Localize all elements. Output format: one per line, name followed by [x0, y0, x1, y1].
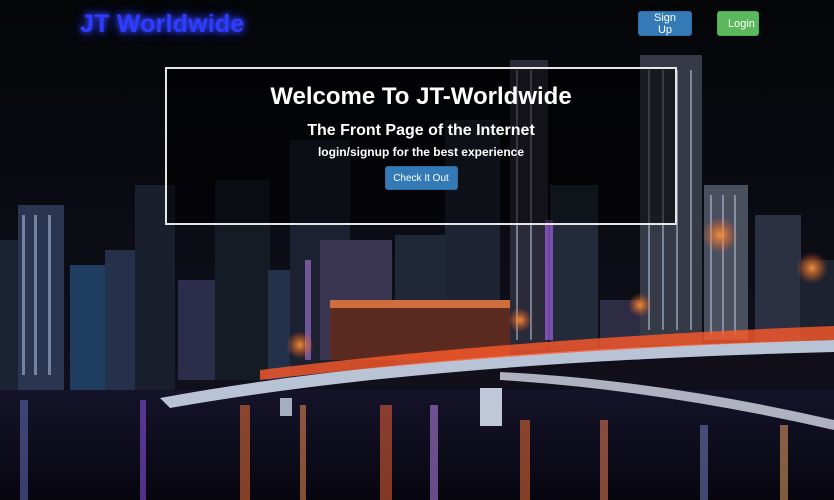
hero-tagline: login/signup for the best experience — [317, 145, 525, 159]
hero-title: Welcome To JT-Worldwide — [270, 83, 572, 110]
login-button[interactable]: Login — [717, 11, 759, 36]
sign-up-button[interactable]: Sign Up — [638, 11, 692, 36]
brand-logo[interactable]: JT Worldwide — [80, 10, 244, 39]
hero-panel: Welcome To JT-Worldwide The Front Page o… — [165, 67, 677, 225]
check-it-out-button[interactable]: Check It Out — [384, 166, 458, 190]
hero-subtitle: The Front Page of the Internet — [307, 122, 535, 139]
landing-page: JT Worldwide Sign Up Login Welcome To JT… — [0, 0, 834, 500]
